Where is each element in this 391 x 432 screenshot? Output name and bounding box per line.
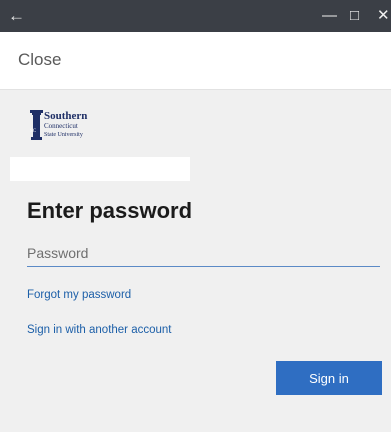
another-account-link[interactable]: Sign in with another account <box>27 324 171 336</box>
password-input[interactable] <box>27 240 380 267</box>
logo-line-2: Connecticut <box>44 122 78 130</box>
logo-wordmark: Southern Connecticut State University <box>44 111 87 139</box>
forgot-password-link[interactable]: Forgot my password <box>27 289 131 301</box>
logo-line-3: State University <box>44 132 83 138</box>
signin-panel: SC Southern Connecticut State University… <box>0 90 391 432</box>
username-display <box>10 157 190 181</box>
close-link[interactable]: Close <box>18 50 61 70</box>
column-logo-icon: SC <box>30 110 43 140</box>
svg-text:SC: SC <box>30 129 37 134</box>
logo-line-1: Southern <box>44 110 88 122</box>
dialog-header: Close <box>0 32 391 90</box>
sign-in-button[interactable]: Sign in <box>276 361 382 395</box>
maximize-icon[interactable]: □ <box>350 6 359 26</box>
university-logo: SC Southern Connecticut State University <box>30 110 120 150</box>
page-title: Enter password <box>27 198 193 223</box>
window-titlebar: ← — □ ✕ <box>0 0 391 32</box>
arrow-left-icon[interactable]: ← <box>8 6 25 26</box>
minimize-icon[interactable]: — <box>322 6 337 26</box>
close-window-icon[interactable]: ✕ <box>377 6 390 26</box>
